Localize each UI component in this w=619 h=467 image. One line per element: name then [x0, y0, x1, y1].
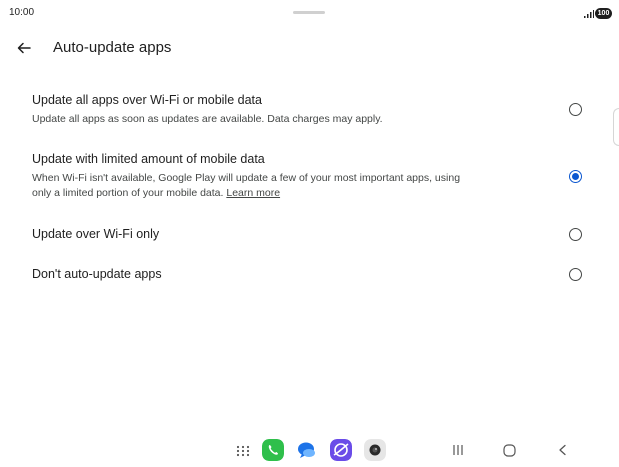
radio-all-networks[interactable]	[569, 103, 582, 116]
option-description: When Wi-Fi isn't available, Google Play …	[32, 171, 532, 201]
phone-icon[interactable]	[262, 439, 284, 461]
back-arrow-icon[interactable]	[16, 40, 32, 56]
recents-icon[interactable]	[452, 444, 464, 456]
learn-more-link[interactable]: Learn more	[226, 187, 280, 199]
camera-icon[interactable]	[364, 439, 386, 461]
radio-no-auto-update[interactable]	[569, 268, 582, 281]
battery-icon: 100	[595, 8, 612, 19]
drag-handle	[293, 11, 325, 14]
radio-wifi-only[interactable]	[569, 228, 582, 241]
app-drawer-icon[interactable]	[236, 445, 250, 457]
option-title: Update over Wi-Fi only	[32, 227, 160, 241]
option-title: Update with limited amount of mobile dat…	[32, 152, 265, 166]
option-title: Don't auto-update apps	[32, 267, 162, 281]
status-time: 10:00	[9, 7, 35, 18]
description-line: When Wi-Fi isn't available, Google Play …	[32, 172, 461, 184]
messages-icon[interactable]	[296, 439, 318, 461]
option-title: Update all apps over Wi-Fi or mobile dat…	[32, 93, 262, 107]
home-icon[interactable]	[503, 444, 516, 457]
description-line: only a limited portion of your mobile da…	[32, 187, 224, 199]
page-title: Auto-update apps	[53, 39, 172, 56]
radio-limited-mobile-data[interactable]	[569, 170, 582, 183]
option-description: Update all apps as soon as updates are a…	[32, 113, 383, 125]
back-icon[interactable]	[557, 444, 569, 456]
signal-icon	[584, 10, 594, 18]
internet-icon[interactable]	[330, 439, 352, 461]
